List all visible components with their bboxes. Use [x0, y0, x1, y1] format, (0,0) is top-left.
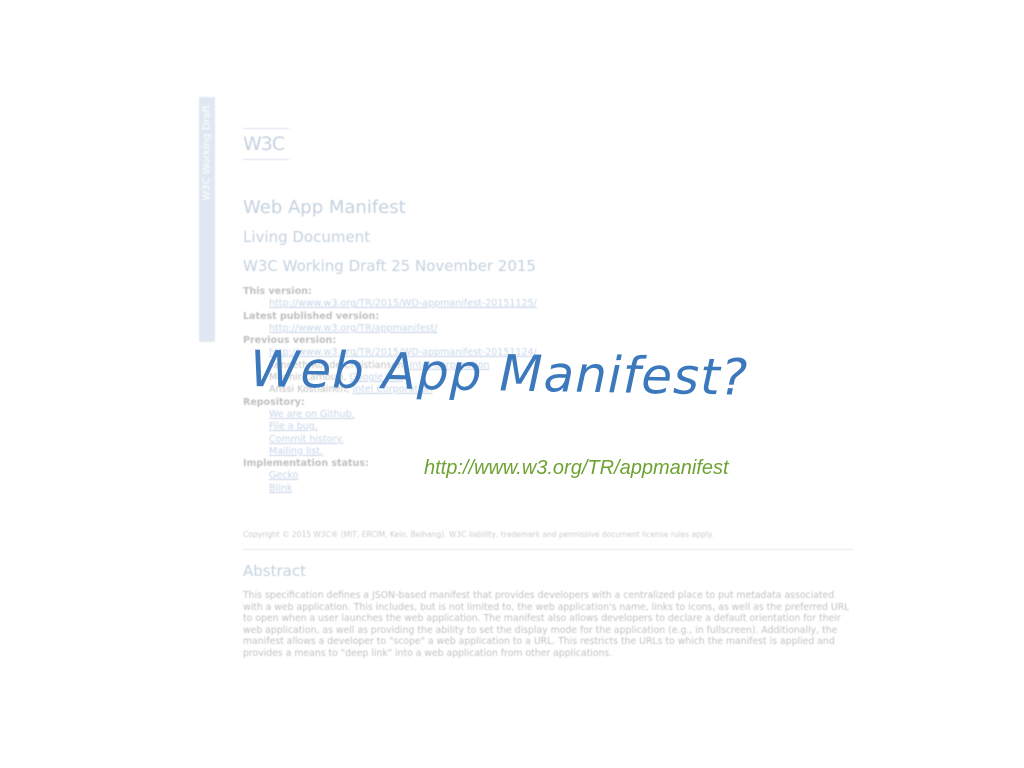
repo-link-history[interactable]: Commit history. — [269, 434, 344, 445]
doc-subheading: Living Document — [243, 228, 371, 246]
copyright-notice: Copyright © 2015 W3C® (MIT, ERCIM, Keio,… — [243, 530, 714, 539]
slide-title: Web App Manifest? — [249, 340, 749, 407]
w3c-logo: W3C — [243, 128, 289, 160]
status-sidebar-label: W3C Working Draft — [201, 105, 213, 201]
repo-link-mailing-list[interactable]: Mailing list. — [269, 446, 323, 457]
abstract-text: This specification defines a JSON-based … — [243, 590, 850, 659]
status-sidebar: W3C Working Draft — [199, 97, 215, 342]
latest-version-link[interactable]: http://www.w3.org/TR/appmanifest/ — [269, 323, 437, 334]
doc-heading: Web App Manifest — [243, 197, 406, 218]
this-version-label: This version: — [243, 286, 312, 297]
manifest-url-link[interactable]: http://www.w3.org/TR/appmanifest — [424, 457, 729, 480]
abstract-heading: Abstract — [243, 562, 306, 580]
repo-link-bug[interactable]: File a bug. — [269, 421, 318, 432]
divider — [243, 549, 853, 550]
impl-link-gecko[interactable]: Gecko — [269, 470, 298, 481]
latest-version-label: Latest published version: — [243, 310, 380, 322]
impl-link-blink[interactable]: Blink — [269, 483, 292, 494]
repo-link-github[interactable]: We are on Github. — [269, 409, 355, 420]
doc-status: W3C Working Draft 25 November 2015 — [243, 257, 536, 275]
this-version-link[interactable]: http://www.w3.org/TR/2015/WD-appmanifest… — [269, 298, 537, 309]
slide: W3C Working Draft W3C Web App Manifest L… — [0, 0, 1024, 768]
